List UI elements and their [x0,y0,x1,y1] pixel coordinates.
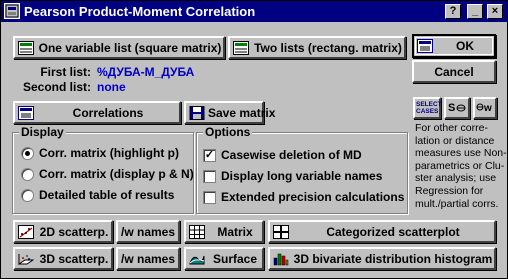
radio-highlight-p-label: Corr. matrix (highlight p) [39,146,179,160]
second-list-value: none [97,80,126,94]
categorized-scatterplot-button[interactable]: Categorized scatterplot [268,220,496,243]
weight-s-icon: S [447,99,467,118]
save-matrix-button[interactable]: Save matrix [184,101,275,124]
info-line: parametrics or Clu- [415,159,505,172]
info-line: Regression for [415,184,484,197]
info-text: For other corre- lation or distance meas… [415,122,507,210]
cancel-button[interactable]: Cancel [412,60,496,83]
radio-detailed-table-label: Detailed table of results [39,188,175,202]
display-group-title: Display [19,125,66,139]
scatter-3d-names-button[interactable]: /w names [116,247,180,270]
options-group: Options ✓ Casewise deletion of MD Displa… [196,125,408,214]
ok-button[interactable]: OK [412,34,496,58]
histogram-3d-icon [273,252,289,266]
cancel-label: Cancel [434,64,474,79]
radio-detailed-table[interactable] [21,189,34,202]
checkbox-extended-precision-label: Extended precision calculations [221,190,405,204]
svg-text:S: S [448,102,455,114]
first-list-label: First list: [40,65,91,79]
checkbox-long-names[interactable] [203,170,216,183]
scatter-3d-label: 3D scatterp. [39,251,109,266]
first-list-value: %ДУБА-М_ДУБА [97,65,195,79]
svg-text:w: w [483,103,492,114]
one-variable-list-button[interactable]: One variable list (square matrix) [13,36,225,59]
variables-icon [18,40,34,55]
bivariate-histogram-label: 3D bivariate distribution histogram [293,251,493,266]
scatterplot-icon [18,224,34,239]
title-bar: Pearson Product-Moment Correlation ? _ × [1,1,507,22]
categorized-scatterplot-icon [273,224,289,239]
info-line: mult./partial corrs. [415,197,499,210]
scatter-2d-button[interactable]: 2D scatterp. [13,220,113,243]
ok-label: OK [456,39,474,53]
matrix-plot-button[interactable]: Matrix [184,220,264,243]
scatter-3d-names-label: /w names [120,251,176,266]
weight-s-button[interactable]: S [444,97,470,119]
checkbox-casewise-deletion-label: Casewise deletion of MD [221,148,362,162]
matrix-icon [189,224,205,239]
system-menu-icon[interactable] [4,3,20,19]
weight-w-icon: w [475,99,495,118]
save-matrix-label: Save matrix [208,105,276,120]
radio-display-p-n-label: Corr. matrix (display p & N) [39,167,194,181]
info-line: lation or distance [415,134,495,147]
weight-w-button[interactable]: w [473,97,497,119]
pearson-correlation-dialog: Pearson Product-Moment Correlation ? _ ×… [0,0,508,279]
scatterplot-3d-icon [18,252,34,266]
bivariate-histogram-button[interactable]: 3D bivariate distribution histogram [268,247,496,270]
matrix-plot-label: Matrix [217,224,253,239]
radio-highlight-p[interactable] [21,147,34,160]
surface-plot-button[interactable]: Surface [184,247,264,270]
radio-display-p-n[interactable] [21,168,34,181]
correlations-icon [18,105,34,120]
checkbox-extended-precision[interactable] [203,191,216,204]
info-line: For other corre- [415,122,488,134]
correlations-button[interactable]: Correlations [13,101,181,124]
scatter-2d-names-button[interactable]: /w names [116,220,180,243]
checkbox-casewise-deletion[interactable]: ✓ [203,149,216,162]
close-button[interactable]: × [487,4,503,19]
categorized-scatterplot-label: Categorized scatterplot [326,224,460,239]
checkbox-long-names-label: Display long variable names [221,169,383,183]
two-lists-button[interactable]: Two lists (rectang. matrix) [228,36,406,59]
minimize-button[interactable]: _ [467,4,483,19]
one-variable-list-label: One variable list (square matrix) [38,40,222,55]
surface-icon [189,252,205,266]
info-line: ster analysis; use [415,172,497,185]
correlations-label: Correlations [72,105,144,120]
floppy-disk-icon [189,105,205,120]
display-group: Display Corr. matrix (highlight p) Corr.… [12,125,194,214]
help-button[interactable]: ? [445,4,461,19]
two-lists-label: Two lists (rectang. matrix) [254,40,402,55]
scatter-3d-button[interactable]: 3D scatterp. [13,247,113,270]
scatter-2d-names-label: /w names [120,224,176,239]
window-title: Pearson Product-Moment Correlation [24,4,256,19]
options-group-title: Options [203,125,253,139]
second-list-label: Second list: [22,80,91,94]
variables-icon [233,40,249,55]
ok-icon [417,39,433,53]
info-line: measures use Non- [415,147,507,160]
select-cases-button[interactable]: SELECT CASES [413,97,442,119]
surface-plot-label: Surface [212,251,258,266]
select-cases-label: SELECT CASES [416,101,442,115]
scatter-2d-label: 2D scatterp. [39,224,109,239]
